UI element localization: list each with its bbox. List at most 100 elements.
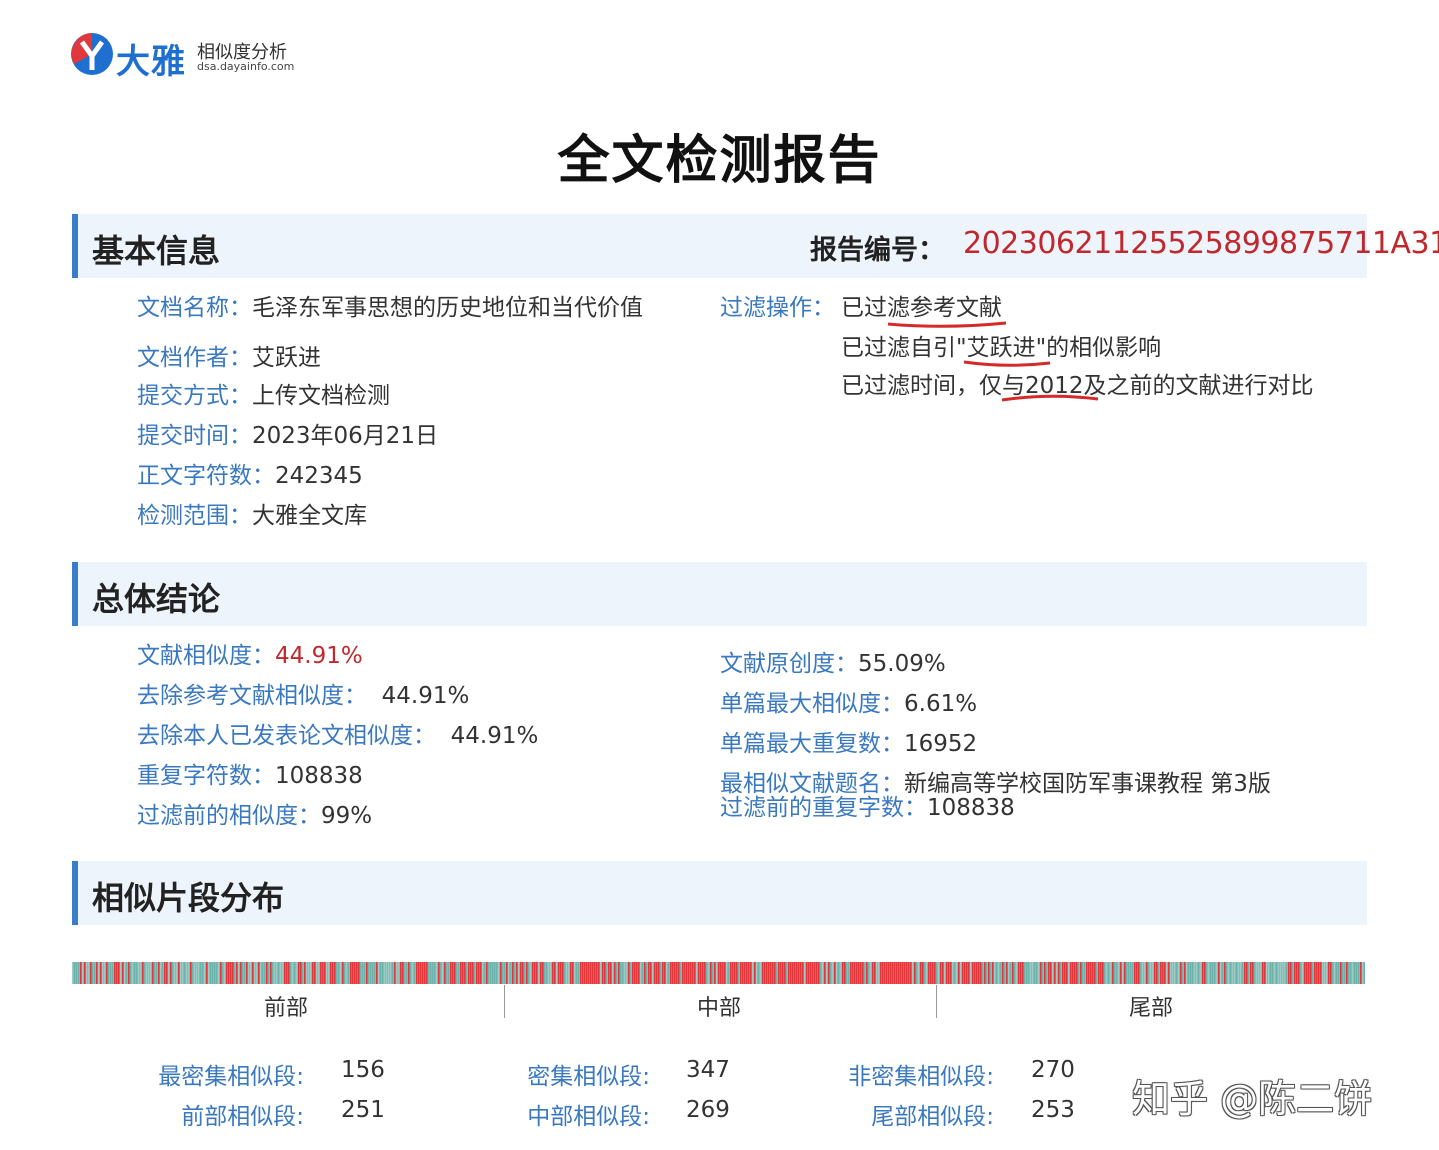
distribution-stripe bbox=[1190, 962, 1191, 984]
annotation-underline bbox=[887, 321, 1007, 328]
distribution-stripe bbox=[1094, 962, 1096, 984]
section-heading: 相似片段分布 bbox=[92, 879, 285, 917]
distribution-stripe bbox=[714, 962, 716, 984]
distribution-stripe bbox=[288, 962, 290, 984]
distribution-stripe bbox=[492, 962, 493, 984]
distribution-stripe bbox=[1172, 962, 1173, 984]
originality-row: 文献原创度：55.09% bbox=[720, 649, 946, 679]
distribution-stripe bbox=[744, 962, 746, 984]
distribution-stripe bbox=[212, 962, 213, 984]
distribution-stripe bbox=[718, 962, 720, 984]
author-label: 文档作者： bbox=[137, 345, 252, 371]
distribution-stripe bbox=[166, 962, 168, 984]
distribution-stripe bbox=[1158, 962, 1159, 984]
distribution-stripe bbox=[1192, 962, 1193, 984]
distribution-stripe bbox=[1242, 962, 1243, 984]
distribution-stripe bbox=[580, 962, 582, 984]
distribution-stripe bbox=[882, 962, 884, 984]
distribution-stripe bbox=[756, 962, 757, 984]
submit-method: 上传文档检测 bbox=[252, 383, 390, 409]
distribution-stripe bbox=[1060, 962, 1061, 984]
distribution-stripe bbox=[496, 962, 497, 984]
distribution-stripe bbox=[94, 962, 95, 984]
distribution-stripe bbox=[472, 962, 474, 984]
middle-segments-label: 中部相似段: bbox=[527, 1104, 650, 1130]
distribution-stripe bbox=[798, 962, 800, 984]
distribution-stripe bbox=[748, 962, 750, 984]
distribution-stripe bbox=[240, 962, 242, 984]
distribution-stripe bbox=[1324, 962, 1325, 984]
distribution-stripe bbox=[262, 962, 263, 984]
distribution-stripe bbox=[380, 962, 381, 984]
distribution-stripe bbox=[686, 962, 688, 984]
distribution-stripe bbox=[980, 962, 982, 984]
distribution-stripe bbox=[1252, 962, 1254, 984]
distribution-stripe bbox=[1012, 962, 1014, 984]
distribution-stripe bbox=[1364, 962, 1365, 984]
distribution-stripe bbox=[844, 962, 846, 984]
distribution-stripe bbox=[324, 962, 326, 984]
distribution-stripe bbox=[384, 962, 385, 984]
distribution-stripe bbox=[1156, 962, 1158, 984]
distribution-stripe bbox=[192, 962, 193, 984]
distribution-stripe bbox=[346, 962, 347, 984]
distribution-stripe bbox=[806, 962, 808, 984]
distribution-stripe bbox=[422, 962, 424, 984]
distribution-stripe bbox=[1050, 962, 1052, 984]
distribution-stripe bbox=[754, 962, 756, 984]
distribution-stripe bbox=[272, 962, 273, 984]
distribution-stripe bbox=[1142, 962, 1143, 984]
distribution-stripe bbox=[534, 962, 536, 984]
distribution-stripe bbox=[326, 962, 327, 984]
distribution-stripe bbox=[956, 962, 957, 984]
distribution-stripe bbox=[372, 962, 373, 984]
distribution-stripe bbox=[546, 962, 547, 984]
distribution-stripe bbox=[154, 962, 155, 984]
distribution-stripe bbox=[1126, 962, 1127, 984]
distribution-stripe bbox=[710, 962, 712, 984]
distribution-stripe bbox=[350, 962, 352, 984]
distribution-stripe bbox=[392, 962, 393, 984]
distribution-stripe bbox=[822, 962, 823, 984]
distribution-stripe bbox=[684, 962, 686, 984]
distribution-stripe bbox=[1054, 962, 1056, 984]
distribution-stripe bbox=[348, 962, 349, 984]
distribution-stripe bbox=[1014, 962, 1015, 984]
distribution-stripe bbox=[918, 962, 919, 984]
originality-label: 文献原创度： bbox=[720, 651, 858, 677]
distribution-stripe bbox=[194, 962, 195, 984]
distribution-stripe bbox=[762, 962, 764, 984]
distribution-stripe bbox=[1020, 962, 1022, 984]
distribution-stripe bbox=[676, 962, 678, 984]
logo-domain: dsa.dayainfo.com bbox=[197, 60, 295, 73]
distribution-stripe bbox=[132, 962, 133, 984]
distribution-stripe bbox=[1280, 962, 1281, 984]
dense-label: 密集相似段: bbox=[527, 1064, 650, 1090]
distribution-stripe bbox=[1278, 962, 1279, 984]
distribution-stripe bbox=[1194, 962, 1195, 984]
distribution-stripe bbox=[538, 962, 539, 984]
distribution-stripe bbox=[506, 962, 508, 984]
distribution-stripe bbox=[1346, 962, 1348, 984]
distribution-stripe bbox=[874, 962, 876, 984]
segment-divider bbox=[936, 985, 937, 1018]
distribution-stripe bbox=[1276, 962, 1277, 984]
distribution-stripe bbox=[270, 962, 272, 984]
distribution-stripe bbox=[1062, 962, 1064, 984]
section-overall: 总体结论 bbox=[72, 562, 1367, 626]
distribution-stripe bbox=[1110, 962, 1111, 984]
distribution-stripe bbox=[214, 962, 215, 984]
middle-segments-value: 269 bbox=[686, 1097, 730, 1123]
distribution-stripe bbox=[300, 962, 302, 984]
distribution-stripe bbox=[254, 962, 255, 984]
submit-time-row: 提交时间：2023年06月21日 bbox=[137, 421, 438, 451]
distribution-stripe bbox=[690, 962, 692, 984]
distribution-stripe bbox=[984, 962, 986, 984]
distribution-stripe bbox=[1312, 962, 1313, 984]
distribution-stripe bbox=[986, 962, 987, 984]
distribution-stripe bbox=[696, 962, 697, 984]
distribution-stripe bbox=[982, 962, 983, 984]
distribution-stripe bbox=[868, 962, 869, 984]
distribution-stripe bbox=[600, 962, 601, 984]
distribution-stripe bbox=[1088, 962, 1090, 984]
